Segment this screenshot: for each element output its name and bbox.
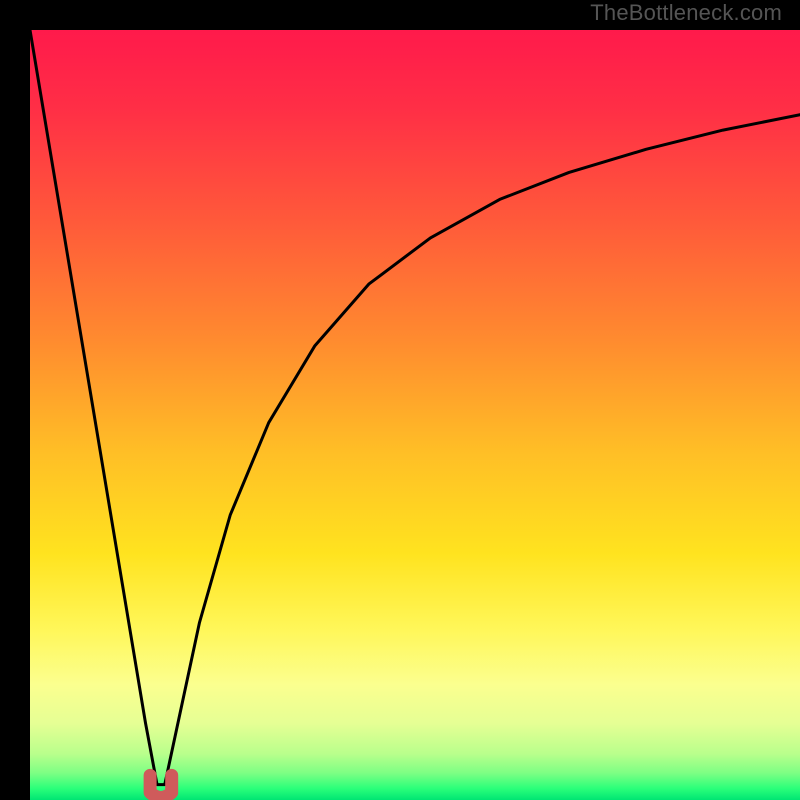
watermark-text: TheBottleneck.com <box>590 0 782 26</box>
chart-frame <box>15 15 785 785</box>
gradient-background <box>30 30 800 800</box>
bottleneck-chart <box>30 30 800 800</box>
